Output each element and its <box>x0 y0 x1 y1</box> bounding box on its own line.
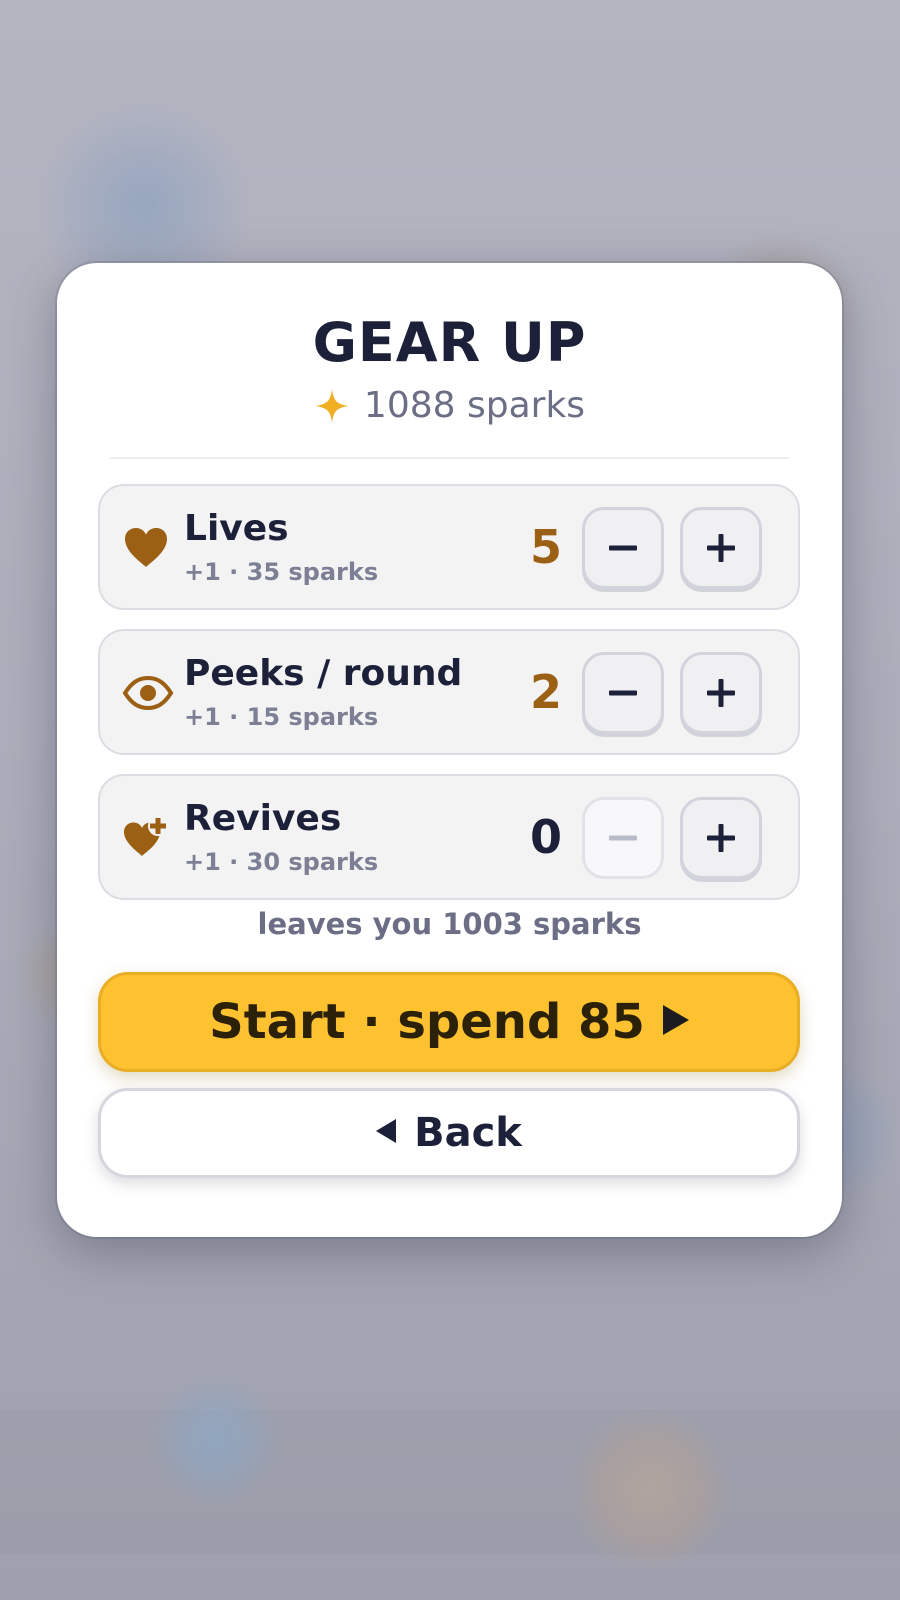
back-arrow-icon <box>376 1119 397 1147</box>
sparkle-icon <box>314 388 350 424</box>
divider <box>110 457 789 459</box>
gear-up-dialog: GEAR UP 1088 sparks Lives +1 · 35 sparks… <box>57 263 842 1237</box>
heart-icon <box>122 524 170 572</box>
revives-decrease-button[interactable] <box>582 797 664 879</box>
minus-icon <box>609 690 637 696</box>
sparks-balance: 1088 sparks <box>57 385 842 426</box>
background-bubble <box>150 1375 280 1505</box>
minus-icon <box>609 545 637 551</box>
item-row-peeks: Peeks / round +1 · 15 sparks 2 <box>98 629 800 755</box>
sparks-balance-text: 1088 sparks <box>363 385 586 426</box>
item-cost: +1 · 15 sparks <box>184 703 379 731</box>
item-row-lives: Lives +1 · 35 sparks 5 <box>98 484 800 610</box>
item-count: 0 <box>529 810 562 864</box>
item-cost: +1 · 30 sparks <box>184 848 379 876</box>
peeks-decrease-button[interactable] <box>582 652 664 734</box>
lives-decrease-button[interactable] <box>582 507 664 589</box>
item-row-revives: Revives +1 · 30 sparks 0 <box>98 774 800 900</box>
item-count: 5 <box>529 520 562 574</box>
item-name: Revives <box>184 798 342 839</box>
dialog-title: GEAR UP <box>312 311 587 374</box>
minus-icon <box>609 835 637 841</box>
item-count: 2 <box>529 665 562 719</box>
revives-increase-button[interactable] <box>680 797 762 879</box>
background-band <box>0 1410 900 1555</box>
start-button[interactable]: Start · spend 85 <box>98 972 800 1072</box>
play-arrow-icon <box>662 1005 689 1039</box>
plus-icon <box>707 824 735 852</box>
heart-plus-icon <box>122 814 170 862</box>
item-name: Peeks / round <box>184 653 463 694</box>
back-button[interactable]: Back <box>98 1088 800 1178</box>
item-name: Lives <box>184 508 289 549</box>
start-button-label: Start · spend 85 <box>209 994 645 1050</box>
plus-icon <box>707 534 735 562</box>
remaining-sparks-text: leaves you 1003 sparks <box>257 907 642 941</box>
background-bubble <box>570 1410 730 1570</box>
back-button-label: Back <box>414 1110 522 1156</box>
lives-increase-button[interactable] <box>680 507 762 589</box>
eye-icon <box>122 669 174 717</box>
peeks-increase-button[interactable] <box>680 652 762 734</box>
plus-icon <box>707 679 735 707</box>
item-cost: +1 · 35 sparks <box>184 558 379 586</box>
